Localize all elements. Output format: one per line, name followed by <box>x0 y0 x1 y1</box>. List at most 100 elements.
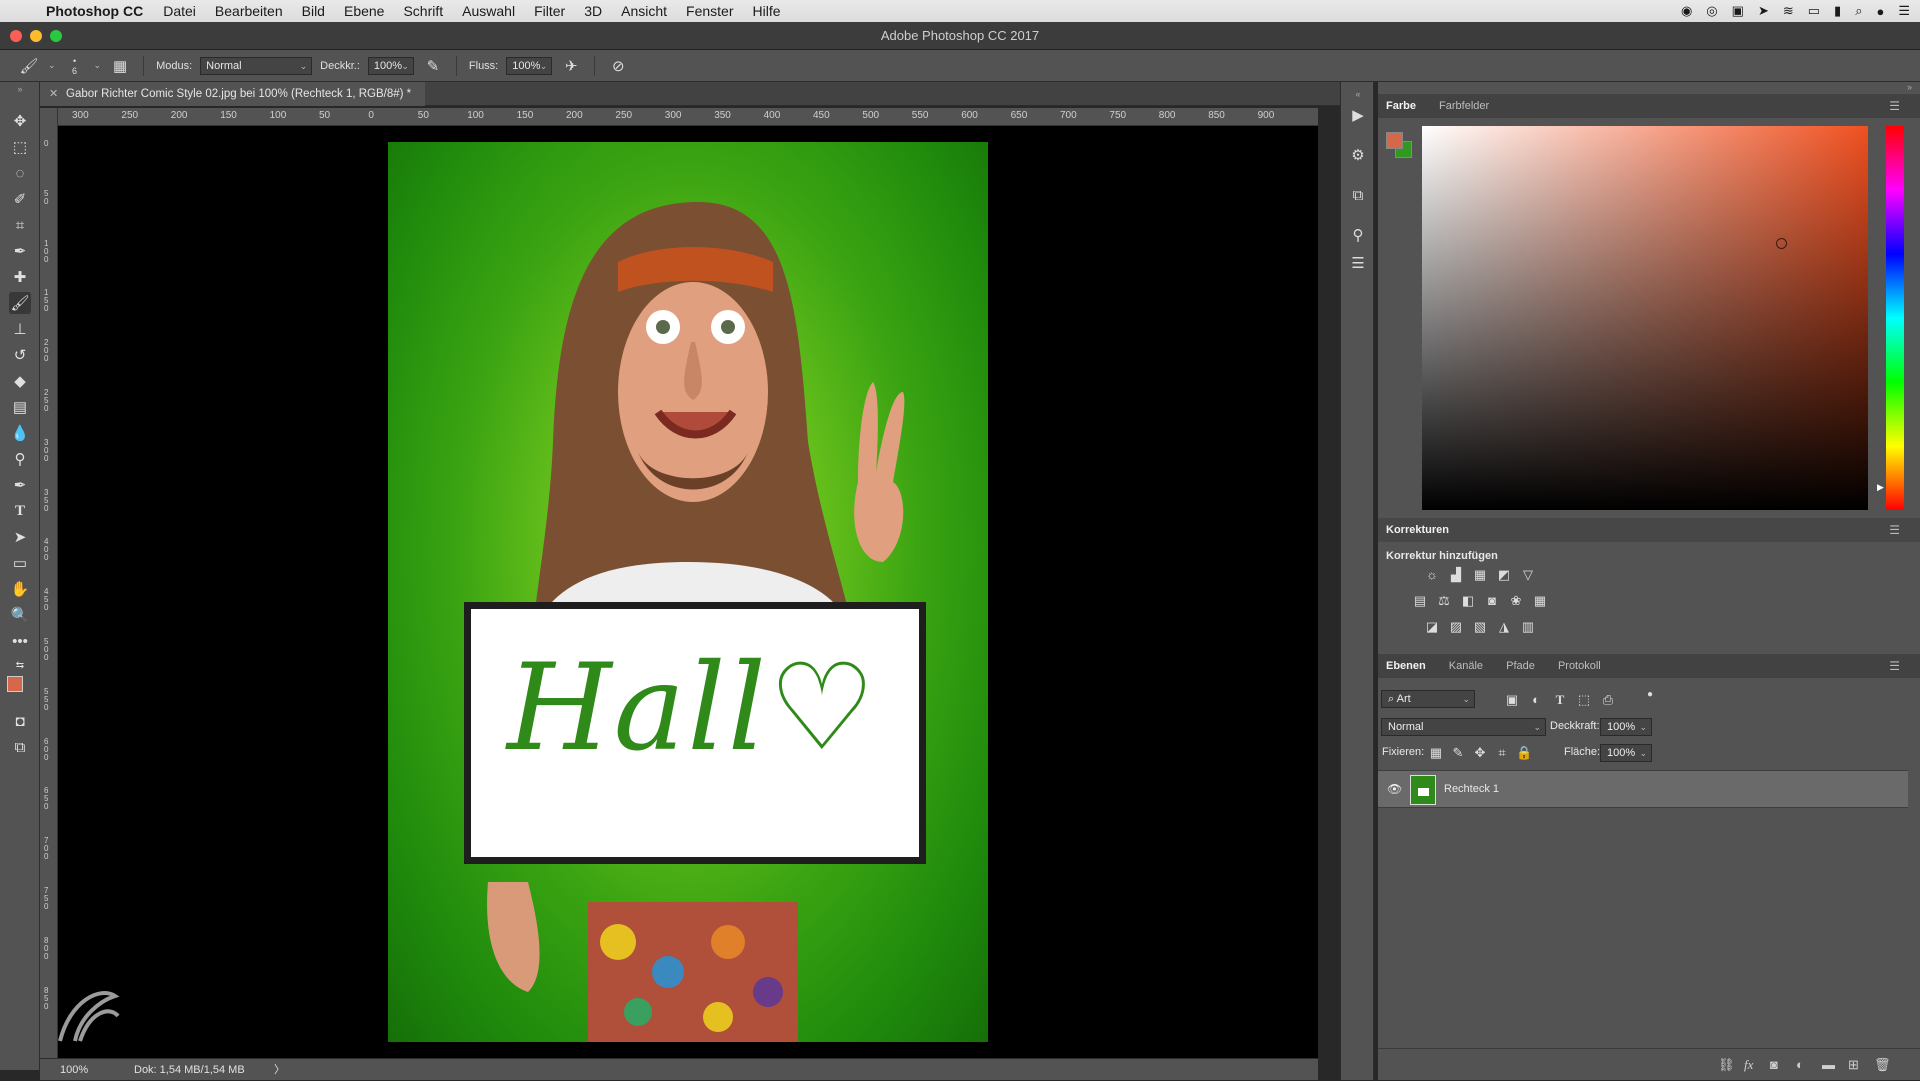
layer-thumbnail[interactable] <box>1410 775 1436 805</box>
pressure-opacity-icon[interactable]: ✎ <box>422 55 444 77</box>
minimize-window-button[interactable] <box>30 30 42 42</box>
battery-icon[interactable]: ▮ <box>1834 3 1841 19</box>
brush-size-chevron-icon[interactable]: ⌄ <box>94 60 102 71</box>
tab-protokoll[interactable]: Protokoll <box>1558 660 1601 672</box>
hallo-sign[interactable]: Hall♡ <box>464 602 926 864</box>
eraser-tool-icon[interactable]: ◆ <box>9 370 31 392</box>
tab-pfade[interactable]: Pfade <box>1506 660 1535 672</box>
layer-filter-select[interactable]: ⌕ Art ⌄ <box>1381 690 1475 708</box>
screen-icon[interactable]: ▣ <box>1732 3 1744 19</box>
channel-mixer-icon[interactable]: ❀ <box>1508 594 1524 608</box>
move-tool-icon[interactable]: ✥ <box>9 110 31 132</box>
opacity-field[interactable]: 100% ⌄ <box>367 56 414 75</box>
hue-slider-marker[interactable]: ▶ <box>1877 482 1884 493</box>
filter-toggle-icon[interactable]: ● <box>1642 688 1658 702</box>
brightness-icon[interactable]: ☼ <box>1424 568 1440 582</box>
layer-visibility-eye-icon[interactable]: 👁 <box>1387 782 1402 796</box>
layer-name[interactable]: Rechteck 1 <box>1444 783 1499 795</box>
panel-menu-icon[interactable]: ☰ <box>1889 94 1900 118</box>
lock-position-icon[interactable]: ✥ <box>1472 746 1488 760</box>
screen-mode-icon[interactable]: ⧉ <box>9 736 31 758</box>
menu-fenster[interactable]: Fenster <box>686 3 733 19</box>
invert-icon[interactable]: ◪ <box>1424 620 1440 634</box>
adjustments-panel-icon[interactable]: ☰ <box>1348 254 1368 274</box>
color-picker-ring[interactable] <box>1776 238 1787 249</box>
quick-mask-icon[interactable]: ◘ <box>9 710 31 732</box>
status-menu-arrow[interactable]: 〉 <box>274 1059 285 1081</box>
levels-icon[interactable]: ▟ <box>1448 568 1464 582</box>
gradient-tool-icon[interactable]: ▤ <box>9 396 31 418</box>
flow-field[interactable]: 100% ⌄ <box>506 56 553 75</box>
menu-auswahl[interactable]: Auswahl <box>462 3 515 19</box>
menu-bearbeiten[interactable]: Bearbeiten <box>215 3 283 19</box>
menu-hilfe[interactable]: Hilfe <box>753 3 781 19</box>
filter-adjustment-icon[interactable]: ◐ <box>1528 693 1544 707</box>
close-window-button[interactable] <box>10 30 22 42</box>
collapse-panels-icon[interactable]: » <box>1907 82 1912 92</box>
type-tool-icon[interactable]: T <box>9 500 31 522</box>
menu-3d[interactable]: 3D <box>584 3 602 19</box>
tab-kanaele[interactable]: Kanäle <box>1449 660 1483 672</box>
collapse-toolbar-icon[interactable]: » <box>9 84 31 94</box>
black-white-icon[interactable]: ◧ <box>1460 594 1476 608</box>
clone-stamp-tool-icon[interactable]: ⊥ <box>9 318 31 340</box>
airbrush-icon[interactable]: ✈ <box>560 55 582 77</box>
more-tools-icon[interactable]: ••• <box>9 630 31 652</box>
color-balance-icon[interactable]: ⚖ <box>1436 594 1452 608</box>
preset-chevron-icon[interactable]: ⌄ <box>48 60 56 71</box>
panel-menu-icon[interactable]: ☰ <box>1889 518 1900 542</box>
rectangle-tool-icon[interactable]: ▭ <box>9 552 31 574</box>
lock-pixels-icon[interactable]: ✎ <box>1450 746 1466 760</box>
filter-type-icon[interactable]: T <box>1552 693 1568 707</box>
panel-menu-icon[interactable]: ☰ <box>1889 654 1900 678</box>
menu-ebene[interactable]: Ebene <box>344 3 384 19</box>
notifications-icon[interactable]: ☰ <box>1898 3 1910 19</box>
adjustments-title[interactable]: Korrekturen <box>1386 524 1449 536</box>
zoom-window-button[interactable] <box>50 30 62 42</box>
foreground-color-swatch[interactable] <box>1386 132 1403 149</box>
curves-icon[interactable]: ▦ <box>1472 568 1488 582</box>
airplay-icon[interactable]: ▭ <box>1808 3 1820 19</box>
location-icon[interactable]: ➤ <box>1758 3 1769 19</box>
pressure-size-icon[interactable]: ⊘ <box>607 55 629 77</box>
color-picker-field[interactable] <box>1422 126 1868 510</box>
lasso-tool-icon[interactable]: ◌ <box>9 162 31 184</box>
menu-filter[interactable]: Filter <box>534 3 565 19</box>
menu-ansicht[interactable]: Ansicht <box>621 3 667 19</box>
swap-colors-icon[interactable]: ⇆ <box>9 654 31 676</box>
brush-panel-toggle-icon[interactable]: ▦ <box>109 55 131 77</box>
clone-source-icon[interactable]: ⧉ <box>1348 186 1368 206</box>
brush-size-picker[interactable]: • 6 <box>64 55 86 77</box>
document-tab[interactable]: ✕ Gabor Richter Comic Style 02.jpg bei 1… <box>40 82 426 106</box>
add-mask-icon[interactable]: ◙ <box>1770 1057 1778 1072</box>
layer-row[interactable]: 👁 Rechteck 1 <box>1378 770 1908 808</box>
siri-icon[interactable]: ● <box>1876 4 1884 19</box>
threshold-icon[interactable]: ▧ <box>1472 620 1488 634</box>
healing-brush-tool-icon[interactable]: ✚ <box>9 266 31 288</box>
crop-tool-icon[interactable]: ⌗ <box>9 214 31 236</box>
lock-transparency-icon[interactable]: ▦ <box>1428 746 1444 760</box>
posterize-icon[interactable]: ▨ <box>1448 620 1464 634</box>
vibrance-icon[interactable]: ▽ <box>1520 568 1536 582</box>
menu-bild[interactable]: Bild <box>302 3 325 19</box>
filter-shape-icon[interactable]: ⬚ <box>1576 693 1592 707</box>
hand-tool-icon[interactable]: ✋ <box>9 578 31 600</box>
delete-layer-icon[interactable]: 🗑 <box>1874 1057 1891 1073</box>
tab-farbfelder[interactable]: Farbfelder <box>1439 100 1489 112</box>
filter-pixel-icon[interactable]: ▣ <box>1504 693 1520 707</box>
canvas-area[interactable]: Hall♡ <box>58 126 1318 1058</box>
color-lookup-icon[interactable]: ▦ <box>1532 594 1548 608</box>
path-selection-tool-icon[interactable]: ➤ <box>9 526 31 548</box>
properties-panel-icon[interactable]: ⚙ <box>1348 146 1368 166</box>
search-icon[interactable]: ⌕ <box>1855 3 1862 19</box>
foreground-color-swatch[interactable] <box>7 676 23 692</box>
brush-settings-icon[interactable]: ⚲ <box>1348 226 1368 246</box>
hue-slider[interactable] <box>1886 126 1904 510</box>
layer-fill-field[interactable]: 100% ⌄ <box>1600 744 1652 762</box>
selective-color-icon[interactable]: ◮ <box>1496 620 1512 634</box>
dodge-tool-icon[interactable]: ⚲ <box>9 448 31 470</box>
close-tab-icon[interactable]: ✕ <box>49 82 58 106</box>
tab-farbe[interactable]: Farbe <box>1386 100 1416 112</box>
history-brush-tool-icon[interactable]: ↺ <box>9 344 31 366</box>
brush-tool-preset-icon[interactable]: 🖌 <box>18 55 40 77</box>
